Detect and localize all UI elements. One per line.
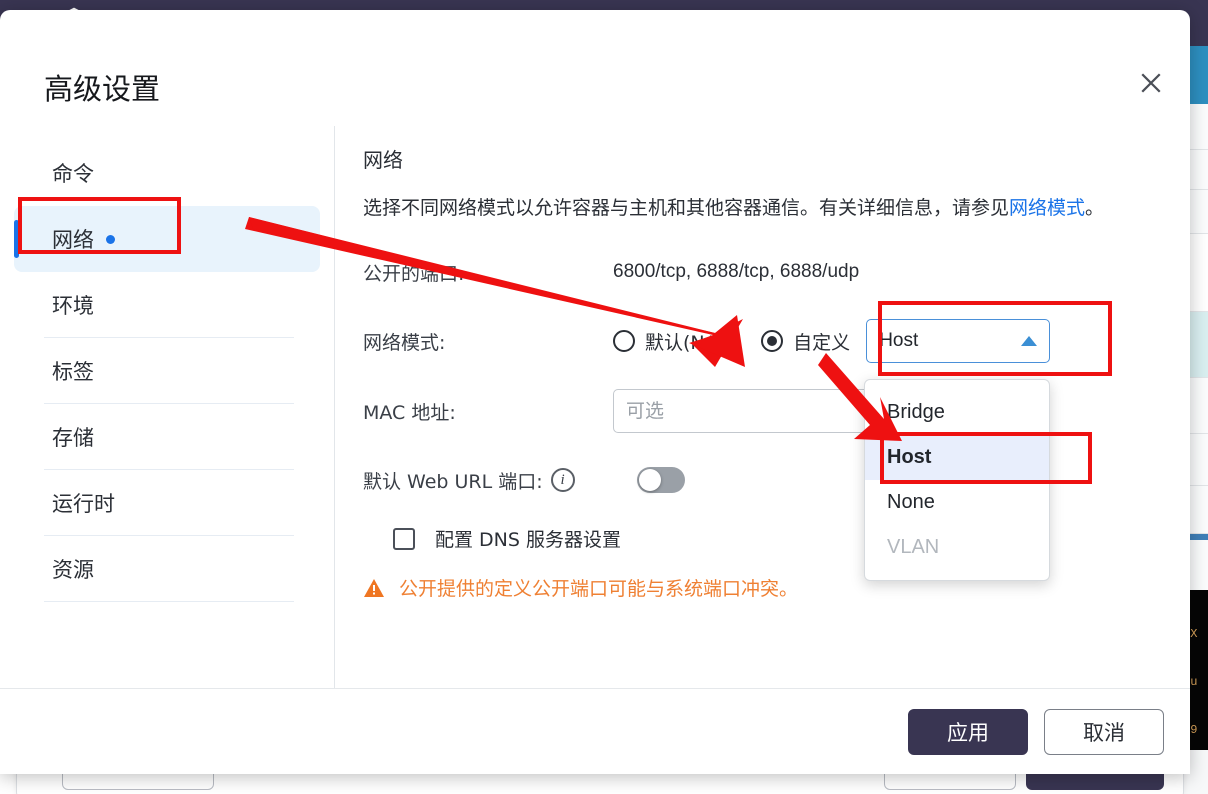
network-mode-row: 网络模式: 默认(NAT) 自定义 Host — [363, 319, 1136, 363]
close-icon[interactable] — [1136, 68, 1166, 98]
sidebar-item-label: 标签 — [52, 359, 94, 384]
sidebar-item-label: 网络 — [52, 228, 94, 252]
settings-sidebar: 命令 网络 环境 标签 存储 运行时 资源 — [0, 126, 334, 688]
cancel-button[interactable]: 取消 — [1044, 708, 1164, 755]
dropdown-option-label: Host — [887, 446, 932, 468]
sidebar-item-labels[interactable]: 标签 — [44, 338, 294, 404]
sidebar-item-resources[interactable]: 资源 — [44, 536, 294, 602]
dropdown-option-host[interactable]: Host — [865, 435, 1049, 480]
radio-default-nat-label: 默认(NAT) — [645, 331, 736, 354]
network-mode-label: 网络模式: — [363, 331, 446, 354]
warning-text: 公开提供的定义公开端口可能与系统端口冲突。 — [399, 578, 799, 600]
network-mode-select-value: Host — [879, 330, 919, 351]
dialog-body: 命令 网络 环境 标签 存储 运行时 资源 网络 选择不同网络模式以允许容器与主… — [0, 126, 1190, 688]
network-mode-select[interactable]: Host — [866, 319, 1051, 363]
network-mode-dropdown-menu: Bridge Host None VLAN — [864, 379, 1050, 581]
dns-settings-label: 配置 DNS 服务器设置 — [435, 529, 621, 551]
web-url-port-label-wrap: 默认 Web URL 端口: i — [363, 467, 613, 494]
dropdown-option-none[interactable]: None — [865, 480, 1049, 525]
exposed-ports-value: 6800/tcp, 6888/tcp, 6888/udp — [613, 261, 860, 282]
web-url-port-label: 默认 Web URL 端口: — [363, 470, 543, 493]
sidebar-item-runtime[interactable]: 运行时 — [44, 470, 294, 536]
advanced-settings-dialog: 高级设置 命令 网络 环境 标签 存储 运行时 资源 网络 选择不同网络模式以允… — [0, 10, 1190, 774]
network-mode-link[interactable]: 网络模式 — [1009, 197, 1085, 219]
exposed-ports-row: 公开的端口: 6800/tcp, 6888/tcp, 6888/udp — [363, 251, 1136, 293]
section-description: 选择不同网络模式以允许容器与主机和其他容器通信。有关详细信息，请参见网络模式。 — [363, 191, 1123, 225]
dropdown-option-label: Bridge — [887, 401, 945, 423]
sidebar-item-label: 运行时 — [52, 491, 115, 516]
dropdown-option-label: None — [887, 491, 935, 513]
exposed-ports-label: 公开的端口: — [363, 262, 465, 285]
sidebar-item-label: 存储 — [52, 425, 94, 450]
radio-custom[interactable] — [761, 330, 784, 352]
sidebar-item-environment[interactable]: 环境 — [44, 272, 294, 338]
dropdown-option-label: VLAN — [887, 536, 940, 558]
sidebar-item-network[interactable]: 网络 — [14, 206, 320, 272]
section-title: 网络 — [363, 148, 403, 172]
dialog-title: 高级设置 — [44, 72, 161, 106]
network-mode-radio-group: 默认(NAT) 自定义 — [613, 328, 866, 355]
dropdown-option-bridge[interactable]: Bridge — [865, 390, 1049, 435]
dialog-footer: 应用 取消 — [0, 688, 1190, 774]
description-suffix: 。 — [1085, 197, 1105, 219]
radio-custom-label: 自定义 — [793, 331, 851, 354]
caret-up-icon — [1021, 336, 1038, 346]
description-text: 选择不同网络模式以允许容器与主机和其他容器通信。有关详细信息，请参见 — [363, 197, 1010, 219]
sidebar-item-label: 资源 — [52, 557, 94, 582]
sidebar-item-storage[interactable]: 存储 — [44, 404, 294, 470]
network-settings-panel: 网络 选择不同网络模式以允许容器与主机和其他容器通信。有关详细信息，请参见网络模… — [334, 126, 1190, 688]
web-url-port-toggle[interactable] — [637, 467, 685, 493]
dns-settings-checkbox[interactable] — [393, 527, 415, 550]
sidebar-item-command[interactable]: 命令 — [44, 140, 294, 206]
mac-address-label: MAC 地址: — [363, 401, 456, 424]
info-icon[interactable]: i — [550, 468, 575, 492]
apply-button[interactable]: 应用 — [908, 708, 1028, 755]
radio-default-nat[interactable] — [613, 330, 635, 352]
screen: 1 cX nu B9 Jo qA — [0, 0, 1208, 794]
warning-triangle-icon — [363, 578, 385, 598]
modified-dot-icon — [106, 234, 115, 244]
sidebar-item-label: 命令 — [52, 162, 94, 186]
sidebar-item-label: 环境 — [52, 293, 94, 318]
dropdown-option-vlan: VLAN — [865, 525, 1049, 570]
